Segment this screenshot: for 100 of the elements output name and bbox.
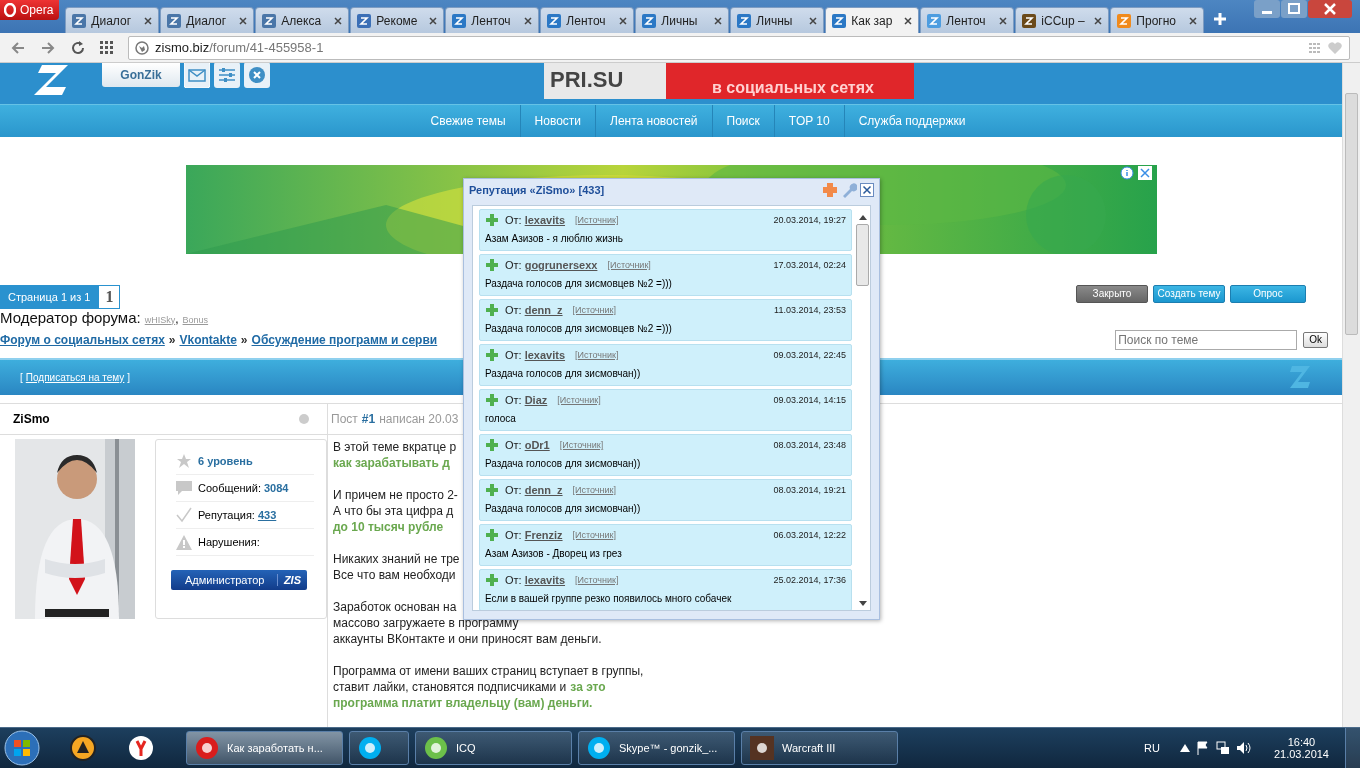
scroll-thumb[interactable] <box>1345 93 1358 335</box>
entry-date: 08.03.2014, 19:21 <box>773 485 846 495</box>
scrollbar[interactable] <box>1342 63 1360 727</box>
start-button[interactable] <box>4 730 40 766</box>
user-link[interactable]: oDr1 <box>524 439 550 451</box>
breadcrumb-link[interactable]: Обсуждение программ и серви <box>251 333 438 347</box>
taskbar-button[interactable]: Warcraft III <box>741 731 898 765</box>
source-link[interactable]: [Источник] <box>575 215 619 225</box>
opera-menu-button[interactable]: Opera <box>0 0 60 20</box>
source-link[interactable]: [Источник] <box>572 530 616 540</box>
scroll-down-icon[interactable] <box>858 601 867 606</box>
close-icon[interactable] <box>429 16 438 25</box>
user-button[interactable]: GonZik <box>102 63 180 87</box>
close-icon[interactable] <box>904 16 913 25</box>
reload-icon[interactable] <box>70 39 86 56</box>
globe-icon <box>135 40 149 55</box>
user-link[interactable]: gogrunersexx <box>524 259 598 271</box>
topic-search-field[interactable]: Поиск по теме <box>1115 330 1298 350</box>
maximize-icon[interactable] <box>1281 0 1307 18</box>
taskbar-button[interactable]: ICQ <box>415 731 572 765</box>
close-icon[interactable] <box>809 16 818 25</box>
taskbar-button[interactable]: Skype™ - gonzik_... <box>578 731 735 765</box>
browser-tab[interactable]: Ленточ <box>920 7 1015 33</box>
from-label: От: <box>505 484 522 496</box>
source-link[interactable]: [Источник] <box>557 395 601 405</box>
close-icon[interactable] <box>1094 16 1103 25</box>
source-link[interactable]: [Источник] <box>572 305 616 315</box>
breadcrumb-separator: » <box>168 333 176 347</box>
entry-date: 20.03.2014, 19:27 <box>773 215 846 225</box>
source-link[interactable]: [Источник] <box>575 350 619 360</box>
search-ok-button[interactable]: Ok <box>1303 332 1328 348</box>
source-link[interactable]: [Источник] <box>607 260 651 270</box>
role-text: Администратор <box>185 574 265 586</box>
close-icon[interactable] <box>334 16 343 25</box>
forward-icon[interactable] <box>40 39 56 56</box>
new-tab-icon[interactable] <box>1213 12 1228 26</box>
back-icon[interactable] <box>10 39 26 56</box>
browser-tab[interactable]: Диалог <box>160 7 255 33</box>
breadcrumb-link[interactable]: Форум о социальных сетях <box>0 333 165 347</box>
close-icon[interactable] <box>619 16 628 25</box>
speed-dial-icon[interactable] <box>100 40 114 55</box>
browser-tab[interactable]: iCCup – <box>1015 7 1110 33</box>
close-icon[interactable] <box>999 16 1008 25</box>
entry-text: Раздача голосов для зисмовчан)) <box>485 368 642 379</box>
info-icon[interactable] <box>1120 166 1134 181</box>
source-link[interactable]: [Источник] <box>559 440 604 450</box>
user-link[interactable]: denn_z <box>524 304 563 316</box>
close-icon[interactable] <box>144 16 153 25</box>
browser-tab[interactable]: Рекоме <box>350 7 445 33</box>
browser-tab[interactable]: Личны <box>730 7 825 33</box>
subscribe-link[interactable]: Подписаться на тему <box>25 371 125 383</box>
settings-icon[interactable] <box>214 63 240 88</box>
volume-icon[interactable] <box>1235 741 1252 755</box>
site-favicon-icon <box>1022 13 1037 28</box>
scroll-up-icon[interactable] <box>858 215 867 220</box>
language-indicator[interactable]: RU <box>1144 742 1160 754</box>
minimize-icon[interactable] <box>1254 0 1280 18</box>
close-icon[interactable] <box>714 16 723 25</box>
browser-icon[interactable] <box>128 735 154 761</box>
network-icon[interactable] <box>1215 741 1230 755</box>
browser-tab[interactable]: Как зар <box>825 7 920 33</box>
browser-tab[interactable]: Личны <box>635 7 730 33</box>
logout-icon[interactable] <box>244 63 270 88</box>
user-link[interactable]: Diaz <box>524 394 548 406</box>
media-player-icon[interactable] <box>70 735 96 761</box>
taskbar-button[interactable] <box>349 731 409 765</box>
user-link[interactable]: Frenziz <box>524 529 563 541</box>
clock[interactable]: 16:40 21.03.2014 <box>1273 736 1329 760</box>
show-desktop-button[interactable] <box>1345 728 1360 768</box>
stat-value: 3084 <box>263 482 289 494</box>
close-icon[interactable] <box>860 183 874 197</box>
author-name[interactable]: ZiSmo <box>13 412 50 426</box>
browser-tab[interactable]: Прогно <box>1110 7 1205 33</box>
breadcrumb-link[interactable]: Vkontakte <box>179 333 237 347</box>
close-icon[interactable] <box>524 16 533 25</box>
mail-icon[interactable] <box>184 63 210 88</box>
taskbar-button[interactable]: Как заработать н... <box>186 731 343 765</box>
browser-tab[interactable]: Ленточ <box>445 7 540 33</box>
stat-label: Сообщений: <box>198 482 261 494</box>
browser-tab[interactable]: Диалог <box>65 7 160 33</box>
page-link[interactable]: 1 <box>98 284 121 309</box>
source-link[interactable]: [Источник] <box>572 485 616 495</box>
browser-tab[interactable]: Ленточ <box>540 7 635 33</box>
topic-action-button[interactable]: Закрыто <box>1076 284 1148 303</box>
post-text-line: Все что вам необходи <box>333 567 456 583</box>
close-icon[interactable] <box>239 16 248 25</box>
scroll-thumb[interactable] <box>856 224 869 286</box>
user-link[interactable]: lexavits <box>524 214 566 226</box>
user-link[interactable]: lexavits <box>524 574 566 586</box>
ad-banner[interactable]: PRI.SU в социальных сетях <box>544 63 914 99</box>
browser-tab[interactable]: Алекса <box>255 7 350 33</box>
close-window-icon[interactable] <box>1308 0 1352 18</box>
user-link[interactable]: denn_z <box>524 484 563 496</box>
close-icon[interactable] <box>1189 16 1198 25</box>
flag-icon[interactable] <box>1195 741 1210 755</box>
plus-icon <box>485 303 499 317</box>
reputation-link[interactable]: 433 <box>257 509 277 521</box>
source-link[interactable]: [Источник] <box>575 575 619 585</box>
user-link[interactable]: lexavits <box>524 349 566 361</box>
tray-arrow-icon[interactable] <box>1179 744 1190 752</box>
